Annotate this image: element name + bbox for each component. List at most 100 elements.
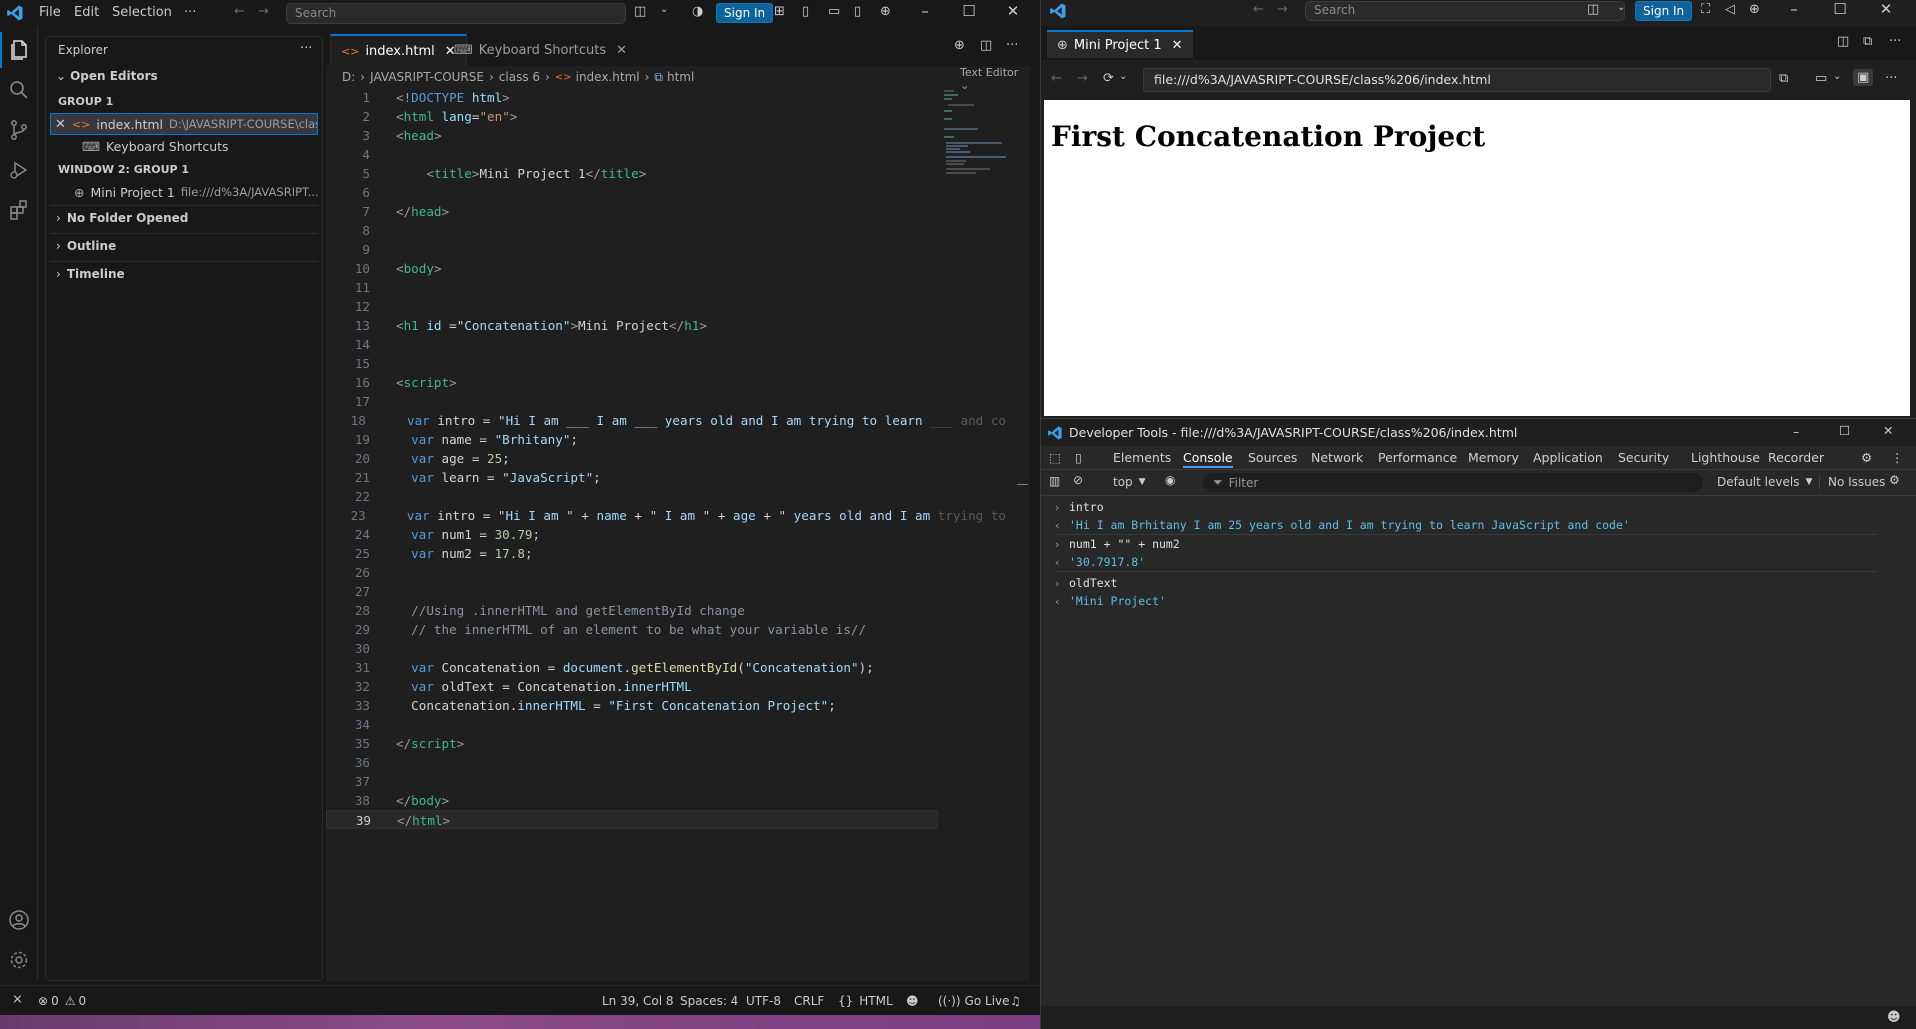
chevron-down-icon[interactable]: ⌄	[1833, 71, 1841, 82]
tab-elements[interactable]: Elements	[1113, 450, 1171, 465]
menu-more[interactable]: ···	[184, 5, 196, 20]
forward-arrow-icon[interactable]: →	[1077, 71, 1088, 86]
tab-network[interactable]: Network	[1311, 450, 1363, 465]
breadcrumb-symbol[interactable]: html	[667, 70, 694, 84]
close-window-icon[interactable]: ✕	[1883, 423, 1893, 438]
code-editor[interactable]: 1 <!DOCTYPE html> 2 <html lang="en"> 3 <hea…	[326, 88, 1006, 829]
accounts-icon[interactable]: ◑	[692, 4, 703, 19]
more-actions-icon[interactable]: ···	[1885, 71, 1897, 86]
open-editor-keyboard-shortcuts[interactable]: ⌨ Keyboard Shortcuts	[50, 135, 318, 157]
tab-sources[interactable]: Sources	[1248, 450, 1297, 465]
problems-indicator[interactable]: ⊗ 0 ⚠ 0	[38, 994, 86, 1008]
tab-keyboard-shortcuts[interactable]: ⌨ Keyboard Shortcuts ✕	[444, 34, 637, 66]
command-search-input[interactable]: Search	[286, 3, 626, 24]
console-output[interactable]: › intro ‹ 'Hi I am Brhitany I am 25 years …	[1041, 498, 1877, 610]
open-preview-icon[interactable]: ⊕	[954, 38, 965, 53]
issues-counter[interactable]: No Issues	[1819, 475, 1885, 489]
encoding[interactable]: UTF-8	[746, 994, 781, 1008]
minimize-icon[interactable]: –	[1771, 0, 1817, 18]
toggle-sidebar-icon[interactable]: ▯	[802, 4, 809, 19]
cast-icon[interactable]: ▭	[1815, 71, 1827, 86]
split-editor-icon[interactable]: ◫	[980, 38, 992, 53]
maximize-icon[interactable]: ☐	[1817, 0, 1863, 18]
more-options-icon[interactable]: ⋮	[1891, 450, 1904, 465]
close-window-icon[interactable]: ✕	[990, 2, 1036, 20]
split-editor-icon[interactable]: ◫	[1837, 34, 1849, 49]
menu-file[interactable]: File	[39, 5, 61, 20]
search-icon[interactable]	[0, 72, 38, 108]
console-filter-input[interactable]: ⏷ Filter	[1203, 473, 1703, 492]
log-levels-dropdown[interactable]: Default levels ▼	[1717, 475, 1812, 489]
chevron-down-icon[interactable]: ⌄	[1617, 2, 1625, 13]
share-icon[interactable]: ◁	[1725, 2, 1735, 17]
minimize-icon[interactable]: –	[902, 2, 948, 20]
globe-icon[interactable]: ⊕	[1749, 2, 1760, 17]
close-icon[interactable]: ✕	[616, 43, 627, 58]
language-mode[interactable]: {} HTML	[838, 994, 893, 1008]
live-expression-eye-icon[interactable]: ◉	[1165, 473, 1175, 487]
minimize-icon[interactable]: –	[1793, 424, 1799, 439]
tab-console[interactable]: Console	[1183, 450, 1233, 468]
indentation[interactable]: Spaces: 4	[680, 994, 738, 1008]
minimap[interactable]	[942, 88, 1018, 178]
tab-security[interactable]: Security	[1618, 450, 1669, 465]
reload-icon[interactable]: ⟳	[1103, 71, 1114, 86]
extensions-icon[interactable]	[0, 192, 38, 228]
explorer-icon[interactable]	[0, 32, 38, 68]
breadcrumb-drive[interactable]: D:	[342, 70, 355, 84]
breadcrumb-subfolder[interactable]: class 6	[499, 70, 540, 84]
devtools-toggle-icon[interactable]: ▣	[1853, 69, 1874, 86]
remote-icon[interactable]: ⨯	[12, 992, 23, 1007]
inspect-element-icon[interactable]: ⬚	[1049, 450, 1061, 465]
maximize-icon[interactable]: ☐	[946, 2, 992, 20]
settings-gear-icon[interactable]: ⚙	[1861, 450, 1872, 465]
open-editor-mini-project[interactable]: ⊕ Mini Project 1 file:///d%3A/JAVASRIPT.…	[50, 181, 318, 203]
go-live-button[interactable]: ((·)) Go Live	[938, 994, 1010, 1008]
breadcrumb-folder[interactable]: JAVASRIPT-COURSE	[370, 70, 484, 84]
tab-lighthouse[interactable]: Lighthouse	[1691, 450, 1760, 465]
open-editor-index-html[interactable]: ✕ <> index.html D:\JAVASRIPT-COURSE\clas…	[50, 113, 318, 135]
back-arrow-icon[interactable]: ←	[234, 4, 245, 19]
maximize-icon[interactable]: ☐	[1839, 423, 1850, 438]
toggle-secondary-sidebar-icon[interactable]: ▯	[854, 4, 861, 19]
copilot-status-icon[interactable]: ☻	[906, 994, 919, 1008]
settings-gear-icon[interactable]	[0, 942, 38, 978]
account-icon[interactable]	[0, 902, 38, 938]
more-actions-icon[interactable]: ···	[1006, 38, 1018, 53]
cursor-position[interactable]: Ln 39, Col 8	[602, 994, 674, 1008]
open-external-icon[interactable]: ⧉	[1863, 34, 1872, 49]
toggle-panel-icon[interactable]: ▭	[828, 4, 840, 19]
sign-in-button[interactable]: Sign In	[1635, 1, 1693, 21]
close-window-icon[interactable]: ✕	[1863, 0, 1909, 18]
tab-application[interactable]: Application	[1533, 450, 1603, 465]
device-toolbar-icon[interactable]: ▯	[1075, 450, 1082, 465]
tab-memory[interactable]: Memory	[1468, 450, 1519, 465]
close-icon[interactable]: ✕	[55, 117, 66, 132]
sidebar-toggle-icon[interactable]: ▥	[1049, 474, 1060, 488]
more-actions-icon[interactable]: ···	[1889, 34, 1901, 49]
run-debug-icon[interactable]	[0, 152, 38, 188]
tab-recorder[interactable]: Recorder	[1768, 450, 1824, 465]
sign-in-button[interactable]: Sign In	[716, 3, 774, 23]
fullscreen-icon[interactable]: ⛶	[1701, 2, 1710, 17]
chevron-down-icon[interactable]: ⌄	[1119, 71, 1127, 82]
back-arrow-icon[interactable]: ←	[1253, 2, 1264, 17]
notifications-bell-icon[interactable]: ♫	[1010, 994, 1021, 1008]
tab-performance[interactable]: Performance	[1378, 450, 1457, 465]
command-search-input[interactable]: Search	[1305, 1, 1625, 21]
more-actions-icon[interactable]: ···	[300, 41, 312, 56]
no-folder-section[interactable]: › No Folder Opened	[56, 211, 188, 225]
line-ending[interactable]: CRLF	[794, 994, 824, 1008]
forward-arrow-icon[interactable]: →	[258, 4, 269, 19]
copilot-icon[interactable]: ◫	[1587, 2, 1599, 17]
copilot-icon[interactable]: ◫	[634, 4, 646, 19]
copilot-status-icon[interactable]: ☻	[1887, 1010, 1901, 1025]
close-icon[interactable]: ✕	[1172, 38, 1183, 53]
console-settings-gear-icon[interactable]: ⚙	[1889, 473, 1900, 487]
customize-layout-icon[interactable]: ⊞	[774, 4, 785, 19]
back-arrow-icon[interactable]: ←	[1051, 71, 1062, 86]
open-editors-section[interactable]: ⌄ Open Editors	[56, 69, 158, 83]
outline-section[interactable]: › Outline	[56, 239, 116, 253]
menu-selection[interactable]: Selection	[112, 5, 172, 20]
context-selector[interactable]: top ▼	[1113, 475, 1146, 489]
